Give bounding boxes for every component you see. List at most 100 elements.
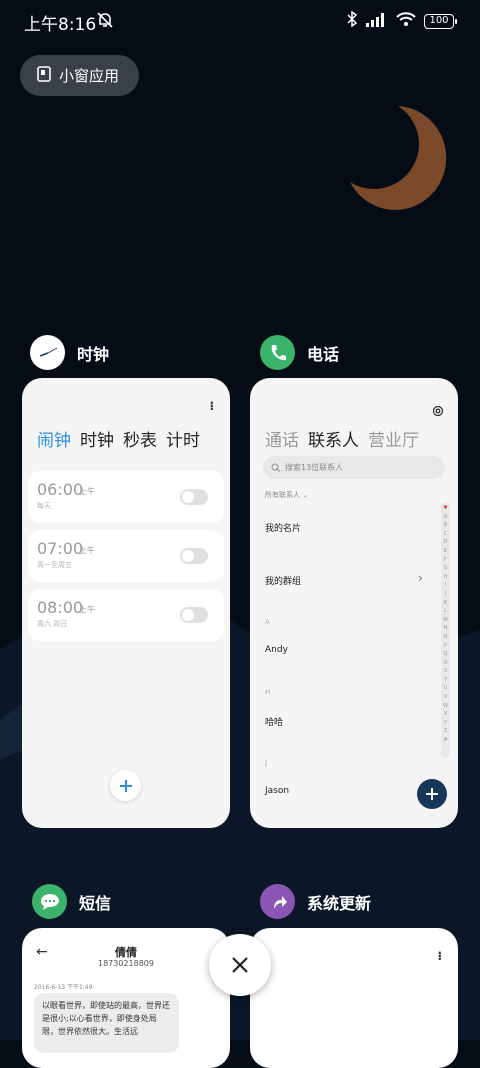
status-time: 上午8:16 — [24, 15, 97, 35]
wifi-icon — [396, 11, 416, 31]
tab-service-hall[interactable]: 营业厅 — [368, 426, 419, 451]
clock-tabs: 闹钟 时钟 秒表 计时 — [37, 426, 200, 451]
alphabet-index-letter[interactable]: K — [441, 599, 450, 608]
small-window-label: 小窗应用 — [59, 67, 120, 85]
alphabet-index-letter[interactable]: M — [441, 616, 450, 625]
phone-app-icon — [260, 335, 295, 370]
sms-app-header[interactable]: 短信 — [32, 884, 111, 919]
my-groups-item[interactable]: 我的群组 — [265, 574, 301, 587]
section-letter: A — [265, 618, 270, 626]
update-app-card[interactable]: · · · — [250, 928, 458, 1068]
alarm-ampm: 上午 — [79, 546, 95, 555]
mute-bell-icon — [96, 11, 114, 33]
alarm-item[interactable]: 06:00 上午 每天 — [28, 471, 224, 523]
sms-app-title: 短信 — [79, 893, 112, 913]
contact-item[interactable]: Andy — [265, 645, 288, 655]
alarm-item[interactable]: 08:00 上午 周六 周日 — [28, 589, 224, 641]
alphabet-index-letter[interactable]: L — [441, 607, 450, 616]
section-letter: J — [265, 759, 268, 767]
search-placeholder: 搜索13位联系人 — [285, 463, 344, 472]
alphabet-index-letter[interactable]: J — [441, 590, 450, 599]
chevron-right-icon: › — [418, 571, 423, 585]
clock-app-icon — [30, 335, 65, 370]
alphabet-index-letter[interactable]: T — [441, 676, 450, 685]
alarm-time: 08:00 — [37, 598, 84, 617]
alphabet-index-letter[interactable]: R — [441, 659, 450, 668]
more-options-icon[interactable]: · · · — [437, 947, 442, 965]
clock-app-title: 时钟 — [77, 344, 110, 364]
alphabet-index-letter[interactable]: # — [441, 736, 450, 745]
tab-stopwatch[interactable]: 秒表 — [123, 426, 157, 451]
alphabet-index-letter[interactable]: Z — [441, 727, 450, 736]
alphabet-index-letter[interactable]: X — [441, 710, 450, 719]
alphabet-index-letter[interactable]: E — [441, 547, 450, 556]
contact-item[interactable]: 哈哈 — [265, 715, 283, 728]
alphabet-index-letter[interactable]: O — [441, 633, 450, 642]
small-window-apps-button[interactable]: 小窗应用 — [20, 55, 139, 96]
alphabet-index-letter[interactable]: C — [441, 530, 450, 539]
alarm-toggle[interactable] — [180, 548, 208, 564]
phone-app-title: 电话 — [307, 344, 340, 364]
sms-app-icon — [32, 884, 67, 919]
plus-icon — [119, 779, 132, 792]
all-contacts-filter[interactable]: 所有联系人 ⌄ — [265, 490, 308, 500]
clear-all-button[interactable] — [209, 934, 271, 996]
alphabet-index-letter[interactable]: Q — [441, 650, 450, 659]
phone-tabs: 通话 联系人 营业厅 — [265, 426, 419, 451]
battery-icon: 100 — [424, 13, 457, 29]
alarm-days: 周六 周日 — [37, 620, 68, 628]
tab-contacts[interactable]: 联系人 — [308, 426, 359, 451]
tab-timer[interactable]: 计时 — [166, 426, 200, 451]
alphabet-index-letter[interactable]: U — [441, 684, 450, 693]
alphabet-index-letter[interactable]: I — [441, 581, 450, 590]
plus-icon — [426, 788, 438, 800]
alphabet-index-letter[interactable]: B — [441, 521, 450, 530]
clock-app-header[interactable]: 时钟 — [30, 335, 109, 370]
bluetooth-icon — [346, 10, 358, 31]
alphabet-index-letter[interactable]: G — [441, 564, 450, 573]
phone-app-card[interactable]: 通话 联系人 营业厅 搜索13位联系人 所有联系人 ⌄ 我的名片 我的群组 › … — [250, 378, 458, 828]
alarm-ampm: 上午 — [79, 487, 95, 496]
alphabet-index-letter[interactable]: S — [441, 667, 450, 676]
alarm-toggle[interactable] — [180, 607, 208, 623]
sms-timestamp: 2016-6-13 下午1:49 — [34, 984, 93, 991]
alphabet-index-letter[interactable]: V — [441, 693, 450, 702]
moon-decoration — [350, 106, 447, 210]
alphabet-index-letter[interactable]: H — [441, 573, 450, 582]
add-alarm-button[interactable] — [110, 770, 141, 801]
phone-app-header[interactable]: 电话 — [260, 335, 339, 370]
add-contact-button[interactable] — [417, 779, 447, 809]
alphabet-index-letter[interactable]: ♥ — [441, 504, 450, 513]
settings-icon[interactable] — [432, 402, 444, 421]
sms-app-card[interactable]: ← 倩倩 18730218809 2016-6-13 下午1:49 以眼看世界，… — [22, 928, 230, 1068]
clock-app-card[interactable]: · · · 闹钟 时钟 秒表 计时 06:00 上午 每天 07:00 上午 周一至… — [22, 378, 230, 828]
alphabet-index-letter[interactable]: D — [441, 538, 450, 547]
tab-calls[interactable]: 通话 — [265, 426, 299, 451]
alarm-item[interactable]: 07:00 上午 周一至周五 — [28, 530, 224, 582]
alarm-time: 06:00 — [37, 480, 84, 499]
my-card-item[interactable]: 我的名片 — [265, 521, 301, 534]
alarm-days: 周一至周五 — [37, 561, 72, 569]
update-app-header[interactable]: 系统更新 — [260, 884, 371, 919]
alarm-toggle[interactable] — [180, 489, 208, 505]
sms-message-bubble: 以眼看世界，即使站的最高，世界还是很小;以心看世界，即使身处局限，世界依然很大。… — [34, 993, 179, 1053]
alphabet-index-letter[interactable]: W — [441, 702, 450, 711]
alphabet-index-letter[interactable]: P — [441, 642, 450, 651]
signal-icon — [366, 12, 388, 31]
alphabet-index-letter[interactable]: F — [441, 556, 450, 565]
alphabet-index-bar[interactable]: ♥ A B C D E F G H I J K L M N O P Q R S T U V W X Y Z # — [441, 502, 450, 758]
search-icon — [271, 463, 280, 472]
sms-contact-number: 18730218809 — [98, 959, 154, 968]
alphabet-index-letter[interactable]: A — [441, 513, 450, 522]
tab-alarm[interactable]: 闹钟 — [37, 426, 71, 451]
alarm-days: 每天 — [37, 502, 51, 510]
more-options-icon[interactable]: · · · — [209, 397, 214, 415]
alphabet-index-letter[interactable]: N — [441, 624, 450, 633]
alphabet-index-letter[interactable]: Y — [441, 719, 450, 728]
section-letter: H — [265, 688, 271, 696]
contact-item[interactable]: Jason — [265, 786, 289, 796]
alarm-time: 07:00 — [37, 539, 84, 558]
tab-clock[interactable]: 时钟 — [80, 426, 114, 451]
contact-search-input[interactable]: 搜索13位联系人 — [263, 456, 445, 479]
alarm-ampm: 上午 — [79, 605, 95, 614]
